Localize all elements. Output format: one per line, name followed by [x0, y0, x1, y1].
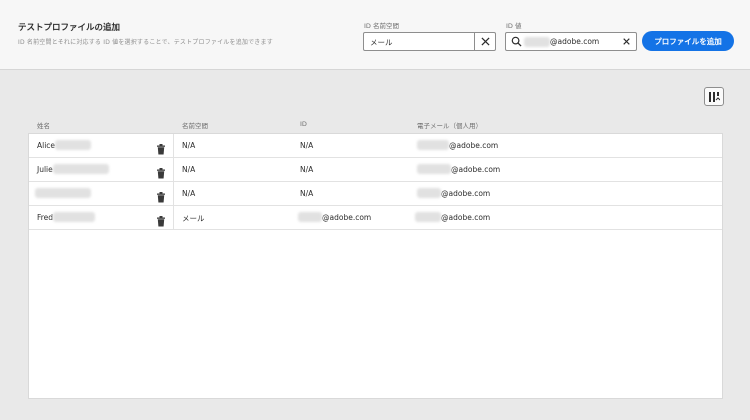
column-header-namespace[interactable]: 名前空間: [182, 120, 208, 130]
search-icon: [511, 36, 522, 47]
trash-icon: [157, 216, 165, 227]
table-row[interactable]: Fred メール @adobe.com @adobe.com: [29, 206, 722, 230]
email-cell: @adobe.com: [415, 212, 490, 222]
email-cell: @adobe.com: [417, 164, 500, 174]
redacted-text: [524, 37, 550, 47]
redacted-text: [53, 212, 96, 222]
table-row[interactable]: Julie N/A N/A @adobe.com: [29, 158, 722, 182]
delete-button[interactable]: [156, 188, 166, 207]
close-icon: [480, 37, 490, 46]
namespace-combobox[interactable]: メール: [363, 32, 496, 51]
namespace-cell: メール: [182, 214, 205, 223]
trash-icon: [157, 144, 165, 155]
redacted-text: [35, 188, 91, 198]
header-panel: テストプロファイルの追加 ID 名前空間とそれに対応する ID 値を選択すること…: [0, 0, 750, 70]
name-cell: Alice: [37, 140, 92, 150]
name-cell: [35, 188, 91, 198]
id-cell: @adobe.com: [298, 212, 371, 222]
namespace-label: ID 名前空間: [364, 22, 399, 30]
id-cell: N/A: [300, 165, 314, 174]
column-header-name[interactable]: 姓名: [37, 120, 50, 130]
column-settings-icon: [709, 91, 720, 102]
trash-icon: [157, 192, 165, 203]
close-icon[interactable]: [623, 38, 630, 45]
namespace-value: メール: [370, 38, 393, 47]
delete-button[interactable]: [156, 164, 166, 183]
redacted-text: [52, 164, 109, 174]
column-settings-button[interactable]: [704, 87, 724, 106]
namespace-cell: N/A: [182, 165, 196, 174]
redacted-text: [415, 212, 441, 222]
id-value-search-input[interactable]: @adobe.com: [505, 32, 637, 51]
column-header-id[interactable]: ID: [300, 120, 307, 128]
id-cell: N/A: [300, 141, 314, 150]
column-header-email[interactable]: 電子メール（個人用）: [417, 120, 482, 130]
namespace-clear-button[interactable]: [474, 33, 495, 50]
table-row[interactable]: N/A N/A @adobe.com: [29, 182, 722, 206]
redacted-text: [417, 140, 449, 150]
id-cell: N/A: [300, 189, 314, 198]
delete-button[interactable]: [156, 140, 166, 159]
delete-button[interactable]: [156, 212, 166, 231]
namespace-cell: N/A: [182, 189, 196, 198]
redacted-text: [55, 140, 92, 150]
name-cell: Fred: [37, 212, 96, 222]
name-cell: Julie: [37, 164, 109, 174]
redacted-text: [417, 188, 441, 198]
redacted-text: [298, 212, 322, 222]
profiles-table: Alice N/A N/A @adobe.com Julie N/A N/A @…: [28, 133, 723, 399]
email-cell: @adobe.com: [417, 188, 490, 198]
id-value-label: ID 値: [506, 22, 522, 30]
add-profile-button[interactable]: プロファイルを追加: [642, 31, 734, 51]
page-title: テストプロファイルの追加: [18, 23, 121, 33]
email-cell: @adobe.com: [417, 140, 498, 150]
namespace-cell: N/A: [182, 141, 196, 150]
table-row[interactable]: Alice N/A N/A @adobe.com: [29, 134, 722, 158]
trash-icon: [157, 168, 165, 179]
redacted-text: [417, 164, 451, 174]
page-subtitle: ID 名前空間とそれに対応する ID 値を選択することで、テストプロファイルを追…: [18, 39, 273, 46]
id-value-text: @adobe.com: [550, 37, 600, 46]
